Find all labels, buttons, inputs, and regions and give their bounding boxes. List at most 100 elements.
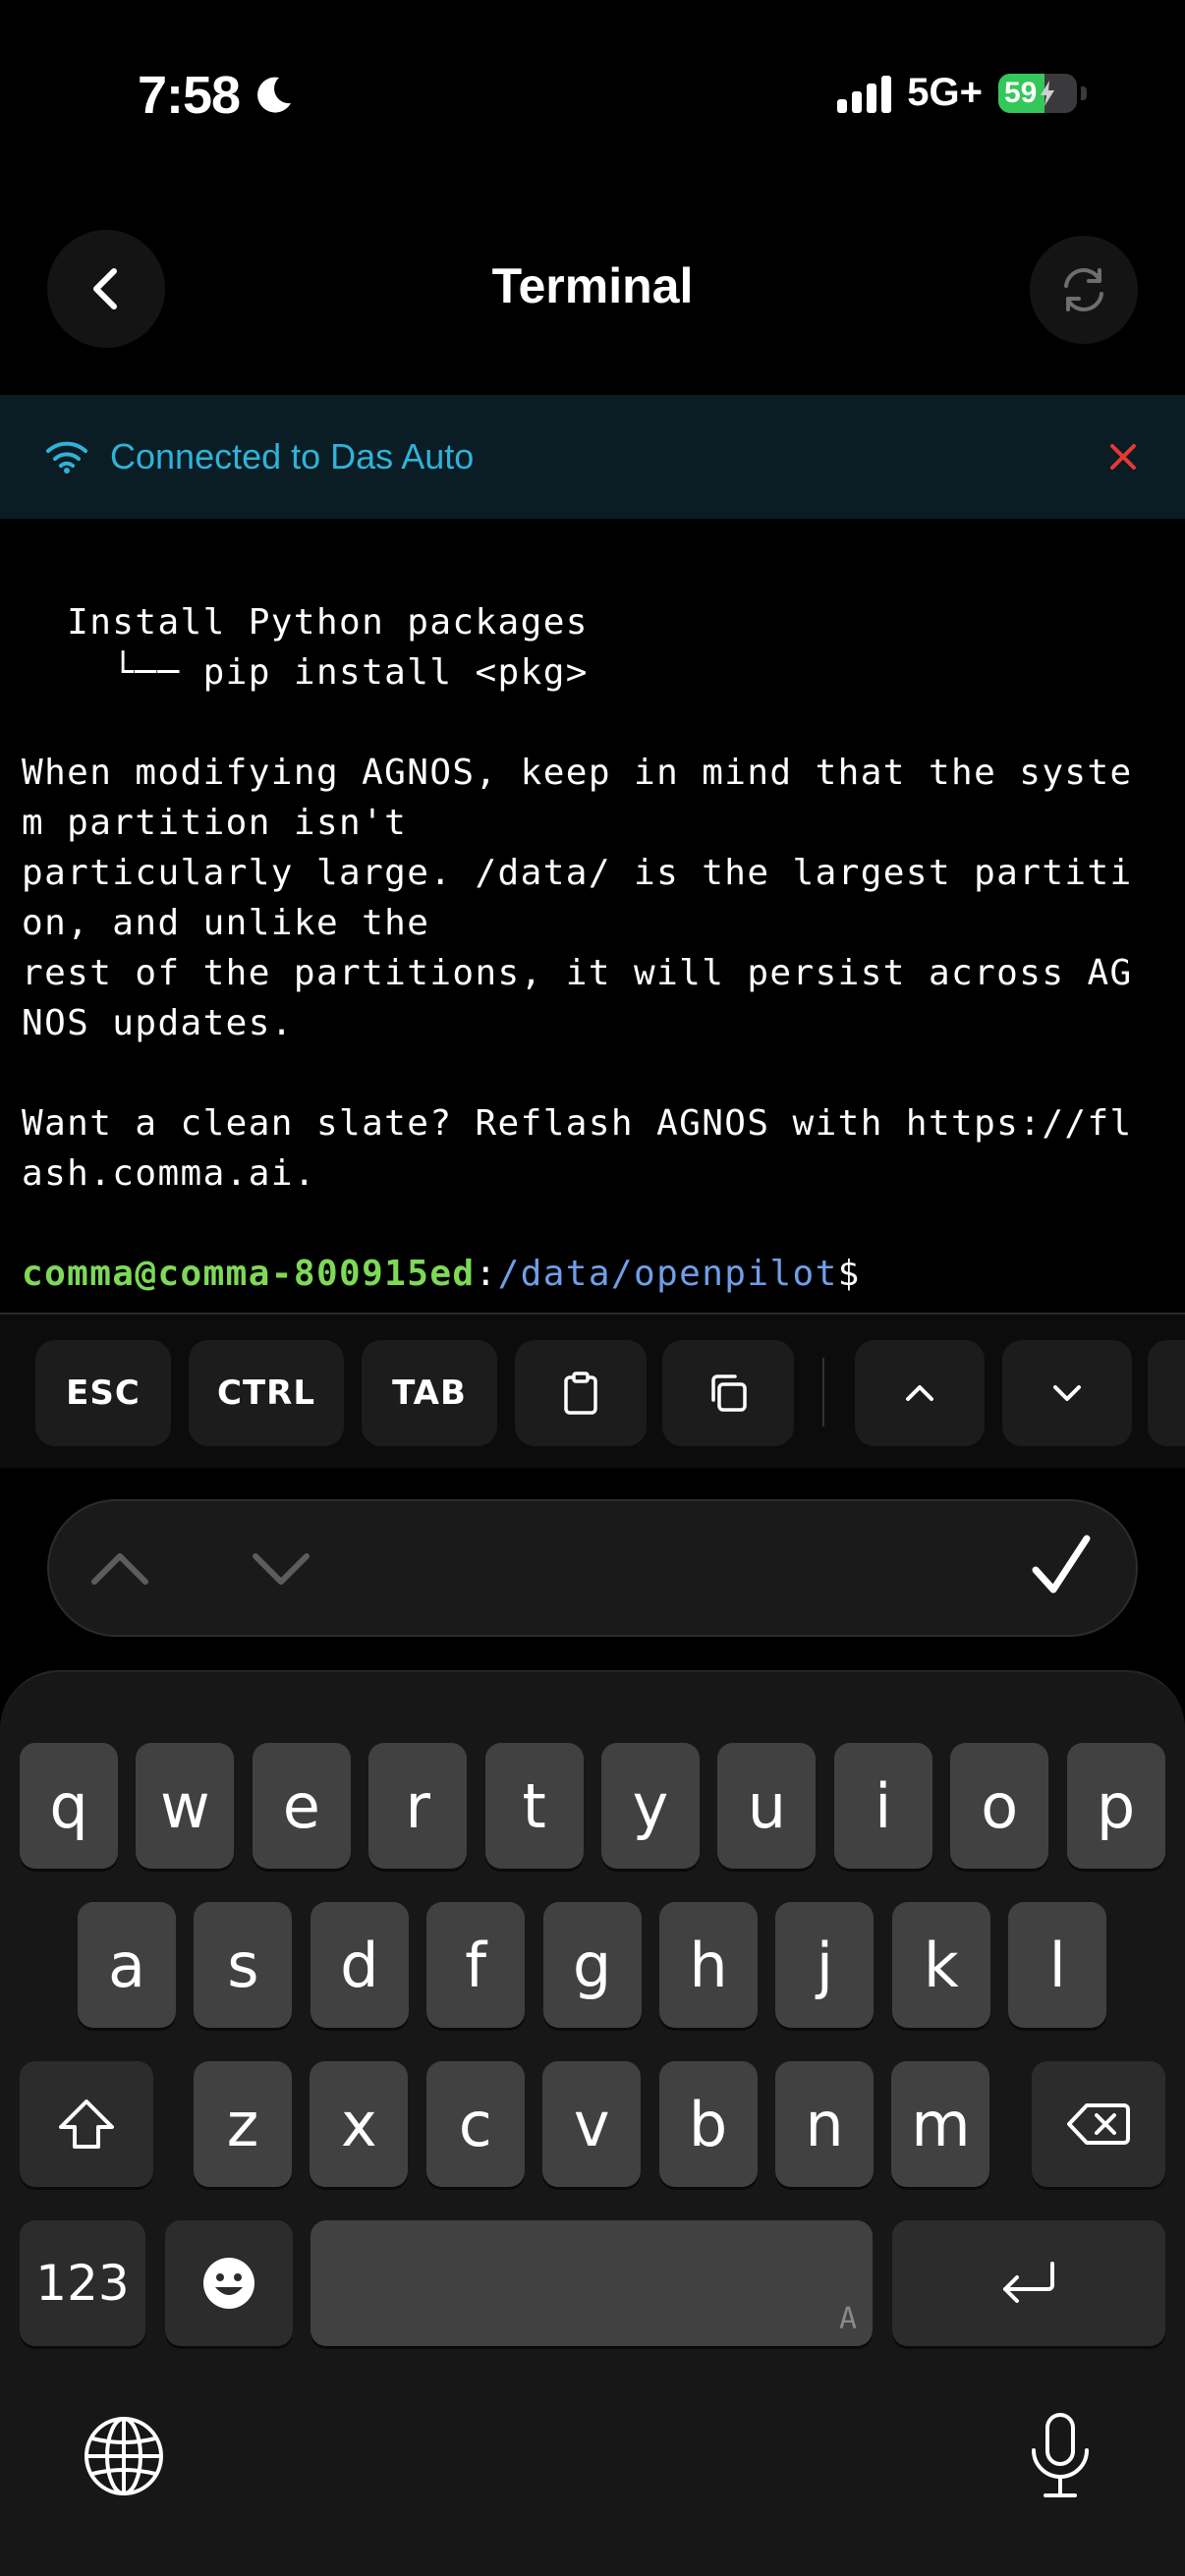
esc-key[interactable]: ESC: [35, 1340, 171, 1446]
battery-icon: 59: [998, 73, 1077, 113]
key-m[interactable]: m: [891, 2061, 990, 2187]
battery-percent: 59: [1004, 76, 1038, 109]
numbers-key-label: 123: [35, 2255, 130, 2312]
terminal-line: particularly large. /data/ is the larges…: [22, 853, 1133, 893]
copy-button[interactable]: [662, 1340, 794, 1446]
tab-key[interactable]: TAB: [362, 1340, 497, 1446]
key-h[interactable]: h: [659, 1902, 758, 2028]
previous-field-button[interactable]: [88, 1544, 151, 1596]
emoji-icon: [203, 2258, 254, 2309]
key-c[interactable]: c: [425, 2061, 525, 2187]
more-toolbar-key[interactable]: [1148, 1340, 1185, 1446]
key-x[interactable]: x: [310, 2061, 409, 2187]
shift-key[interactable]: [20, 2061, 153, 2187]
prompt-path: /data/openpilot: [497, 1254, 838, 1294]
key-g[interactable]: g: [542, 1902, 642, 2028]
status-time-text: 7:58: [138, 66, 241, 125]
chevron-down-icon: [253, 1553, 310, 1585]
prompt-user: comma@comma-800915ed: [22, 1254, 476, 1294]
chevron-down-icon: [1053, 1385, 1081, 1401]
key-z[interactable]: z: [194, 2061, 292, 2187]
connection-status-text: Connected to Das Auto: [110, 436, 475, 476]
chevron-up-icon: [91, 1553, 148, 1585]
terminal-output[interactable]: Install Python packages └── pip install …: [0, 519, 1185, 1313]
copy-icon: [711, 1374, 747, 1412]
key-f[interactable]: f: [426, 1902, 526, 2028]
paste-button[interactable]: [515, 1340, 647, 1446]
return-key[interactable]: [892, 2220, 1165, 2346]
close-icon: [1110, 444, 1136, 470]
toolbar-separator: [822, 1358, 824, 1427]
terminal-line: rest of the partitions, it will persist …: [22, 953, 1133, 993]
key-y[interactable]: y: [601, 1743, 700, 1869]
key-o[interactable]: o: [950, 1743, 1049, 1869]
clipboard-icon: [564, 1372, 597, 1415]
terminal-line: on, and unlike the: [22, 903, 430, 943]
key-u[interactable]: u: [717, 1743, 817, 1869]
terminal-line: ash.comma.ai.: [22, 1153, 316, 1194]
arrow-up-key[interactable]: [855, 1340, 985, 1446]
terminal-line: Want a clean slate? Reflash AGNOS with h…: [22, 1103, 1133, 1144]
terminal-line: Install Python packages: [22, 602, 589, 643]
terminal-lines: Install Python packages └── pip install …: [22, 597, 1163, 1249]
key-w[interactable]: w: [136, 1743, 235, 1869]
done-button[interactable]: [1030, 1531, 1093, 1606]
globe-button[interactable]: [83, 2415, 165, 2502]
key-i[interactable]: i: [833, 1743, 932, 1869]
key-b[interactable]: b: [658, 2061, 758, 2187]
key-s[interactable]: s: [194, 1902, 293, 2028]
key-k[interactable]: k: [891, 1902, 990, 2028]
checkmark-icon: [1032, 1535, 1091, 1594]
signal-icon: [837, 74, 892, 113]
terminal-toolbar: ESC CTRL TAB: [0, 1315, 1185, 1468]
wifi-icon: [46, 441, 87, 474]
key-n[interactable]: n: [775, 2061, 874, 2187]
status-indicators: 5G+ 59: [837, 71, 1087, 115]
key-a[interactable]: a: [78, 1902, 176, 2028]
shift-icon: [59, 2100, 114, 2149]
key-r[interactable]: r: [368, 1743, 468, 1869]
terminal-line: When modifying AGNOS, keep in mind that …: [22, 753, 1133, 793]
terminal-line: NOS updates.: [22, 1003, 294, 1043]
backspace-key[interactable]: [1032, 2061, 1165, 2187]
network-type: 5G+: [907, 71, 983, 114]
key-e[interactable]: e: [252, 1743, 351, 1869]
refresh-button[interactable]: [1030, 236, 1138, 344]
terminal-line: └── pip install <pkg>: [22, 652, 589, 693]
keyboard-accessory-bar: [47, 1499, 1138, 1637]
chevron-up-icon: [906, 1385, 933, 1401]
space-key[interactable]: A: [310, 2220, 873, 2346]
page-title: Terminal: [491, 258, 694, 313]
microphone-icon: [1032, 2413, 1089, 2497]
terminal-prompt: comma@comma-800915ed:/data/openpilot$: [22, 1249, 1163, 1299]
key-q[interactable]: q: [20, 1743, 118, 1869]
battery-tip: [1081, 85, 1087, 100]
terminal-line: m partition isn't: [22, 803, 408, 843]
prompt-separator: :: [475, 1254, 498, 1294]
key-p[interactable]: p: [1066, 1743, 1165, 1869]
ctrl-key[interactable]: CTRL: [189, 1340, 344, 1446]
numbers-key[interactable]: 123: [20, 2220, 145, 2346]
next-field-button[interactable]: [250, 1546, 312, 1598]
globe-icon: [85, 2417, 163, 2495]
return-icon: [1003, 2262, 1054, 2303]
charging-bolt-icon: [1041, 80, 1055, 106]
emoji-key[interactable]: [165, 2220, 293, 2346]
dictation-button[interactable]: [1026, 2411, 1095, 2506]
dismiss-banner-button[interactable]: [1099, 432, 1148, 481]
status-time: 7:58: [138, 65, 295, 126]
backspace-icon: [1067, 2103, 1130, 2145]
key-l[interactable]: l: [1008, 1902, 1107, 2028]
refresh-icon: [1064, 268, 1103, 311]
key-t[interactable]: t: [484, 1743, 584, 1869]
space-key-hint: A: [838, 2302, 857, 2336]
key-j[interactable]: j: [775, 1902, 875, 2028]
connection-banner: Connected to Das Auto: [0, 395, 1185, 519]
arrow-down-key[interactable]: [1002, 1340, 1132, 1446]
key-v[interactable]: v: [542, 2061, 642, 2187]
moon-icon: [257, 77, 292, 113]
key-d[interactable]: d: [310, 1902, 409, 2028]
